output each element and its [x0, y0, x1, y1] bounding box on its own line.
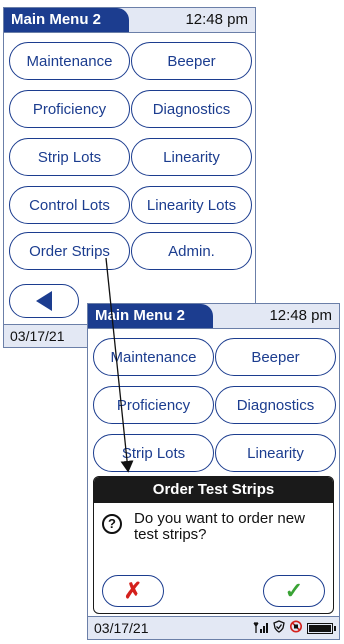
flow-arrow	[105, 257, 134, 473]
